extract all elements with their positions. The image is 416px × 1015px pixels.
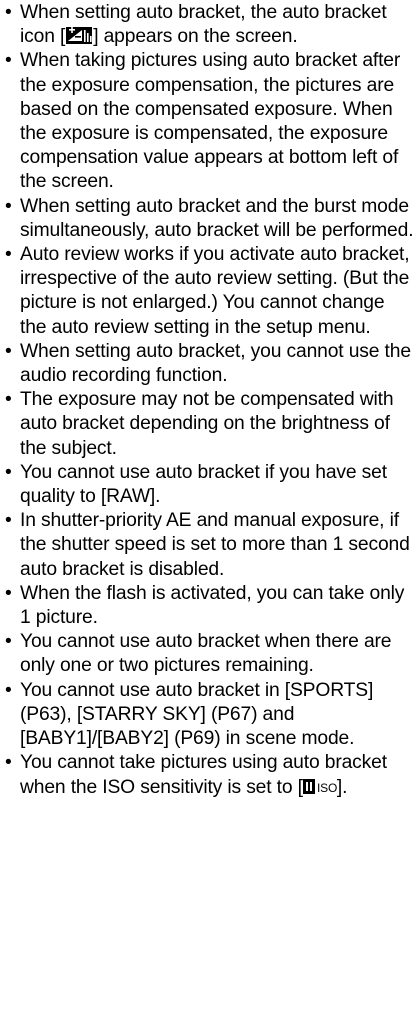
note-text: Auto review works if you activate auto b… <box>20 244 410 338</box>
note-text: In shutter-priority AE and manual exposu… <box>20 510 410 580</box>
note-item: • You cannot use auto bracket if you hav… <box>4 461 414 509</box>
note-item: • The exposure may not be compensated wi… <box>4 388 414 461</box>
bullet: • <box>5 631 12 653</box>
note-item: • When setting auto bracket and the burs… <box>4 195 414 243</box>
note-item: • When setting auto bracket, the auto br… <box>4 1 414 49</box>
note-item: • Auto review works if you activate auto… <box>4 243 414 340</box>
note-text: When setting auto bracket and the burst … <box>20 195 414 241</box>
bullet: • <box>5 2 12 23</box>
bullet: • <box>5 195 12 217</box>
bullet: • <box>5 389 12 411</box>
note-text: You cannot use auto bracket in [SPORTS] … <box>20 679 374 750</box>
bullet: • <box>5 340 12 362</box>
note-item: • You cannot use auto bracket in [SPORTS… <box>4 679 414 752</box>
notes-document: • When setting auto bracket, the auto br… <box>4 1 414 802</box>
iso-icon-text: ISO <box>317 781 337 795</box>
note-item: • You cannot take pictures using auto br… <box>4 751 414 801</box>
note-text: When taking pictures using auto bracket … <box>20 50 401 193</box>
bullet: • <box>5 752 12 774</box>
bullet: • <box>5 50 12 72</box>
bullet: • <box>5 461 12 483</box>
note-text: You cannot use auto bracket when there a… <box>20 631 392 677</box>
note-text-after: ]. <box>336 776 348 798</box>
note-text-after: ] appears on the screen. <box>93 26 298 48</box>
note-item: • When the flash is activated, you can t… <box>4 582 414 630</box>
bullet: • <box>5 244 12 266</box>
note-item: • When setting auto bracket, you cannot … <box>4 340 414 388</box>
bullet: • <box>5 679 12 701</box>
note-text: When the flash is activated, you can tak… <box>20 582 405 629</box>
note-text: The exposure may not be compensated with… <box>20 389 394 459</box>
note-item: • When taking pictures using auto bracke… <box>4 49 414 194</box>
note-text: You cannot use auto bracket if you have … <box>20 461 387 508</box>
note-text: When setting auto bracket, you cannot us… <box>20 340 411 387</box>
note-item: • In shutter-priority AE and manual expo… <box>4 509 414 582</box>
auto-bracket-icon <box>66 27 93 45</box>
bullet: • <box>5 582 12 604</box>
bullet: • <box>5 510 12 532</box>
intelligent-iso-icon: ISO <box>302 778 337 802</box>
note-item: • You cannot use auto bracket when there… <box>4 630 414 678</box>
notes-list: • When setting auto bracket, the auto br… <box>4 1 414 802</box>
